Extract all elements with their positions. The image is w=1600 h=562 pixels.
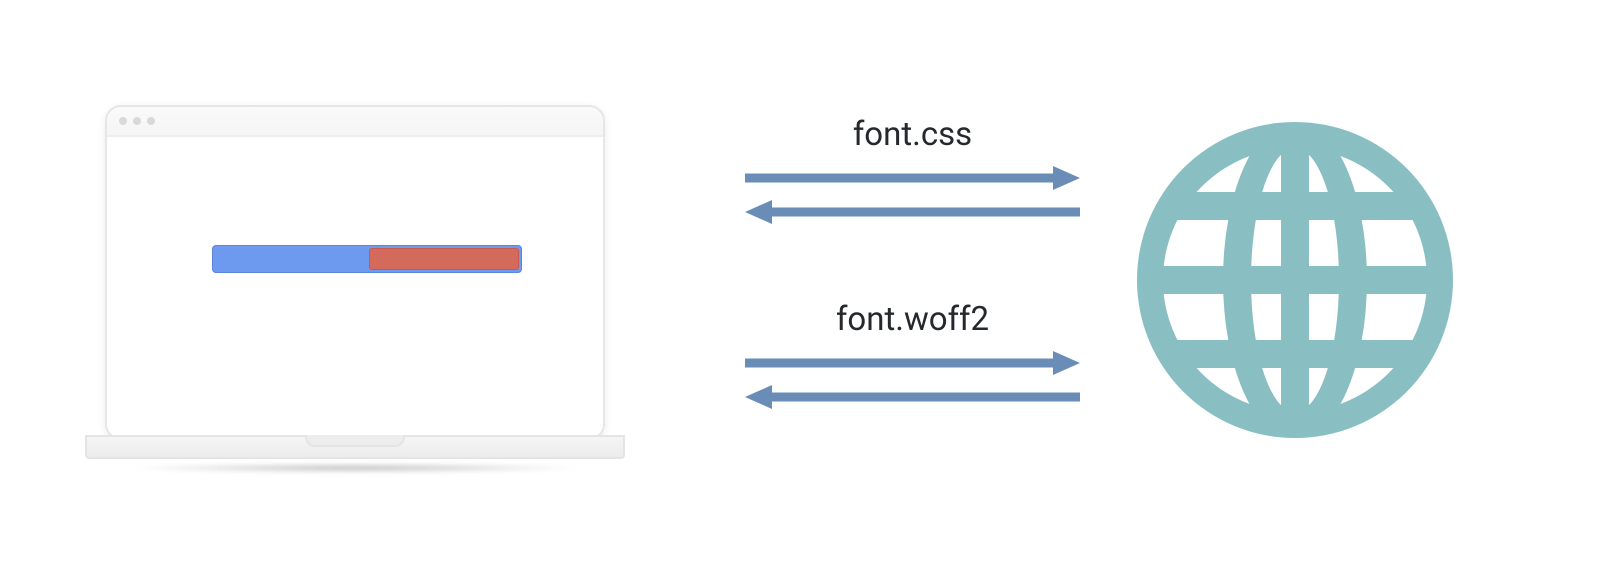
- laptop-icon: [85, 105, 625, 475]
- browser-window: [105, 105, 605, 440]
- request-css: font.css: [745, 115, 1080, 235]
- window-dot: [133, 117, 141, 125]
- progress-bar: [212, 245, 522, 273]
- arrow-right-icon: [745, 351, 1080, 416]
- laptop-base: [85, 435, 625, 475]
- window-dot: [147, 117, 155, 125]
- progress-fill: [369, 248, 519, 270]
- window-dot: [119, 117, 127, 125]
- request-font-label: font.woff2: [745, 300, 1080, 339]
- arrow-right-icon: [745, 166, 1080, 231]
- browser-titlebar: [107, 107, 603, 137]
- request-font: font.woff2: [745, 300, 1080, 420]
- globe-icon: [1135, 120, 1455, 440]
- browser-body: [107, 137, 603, 438]
- request-css-label: font.css: [745, 115, 1080, 154]
